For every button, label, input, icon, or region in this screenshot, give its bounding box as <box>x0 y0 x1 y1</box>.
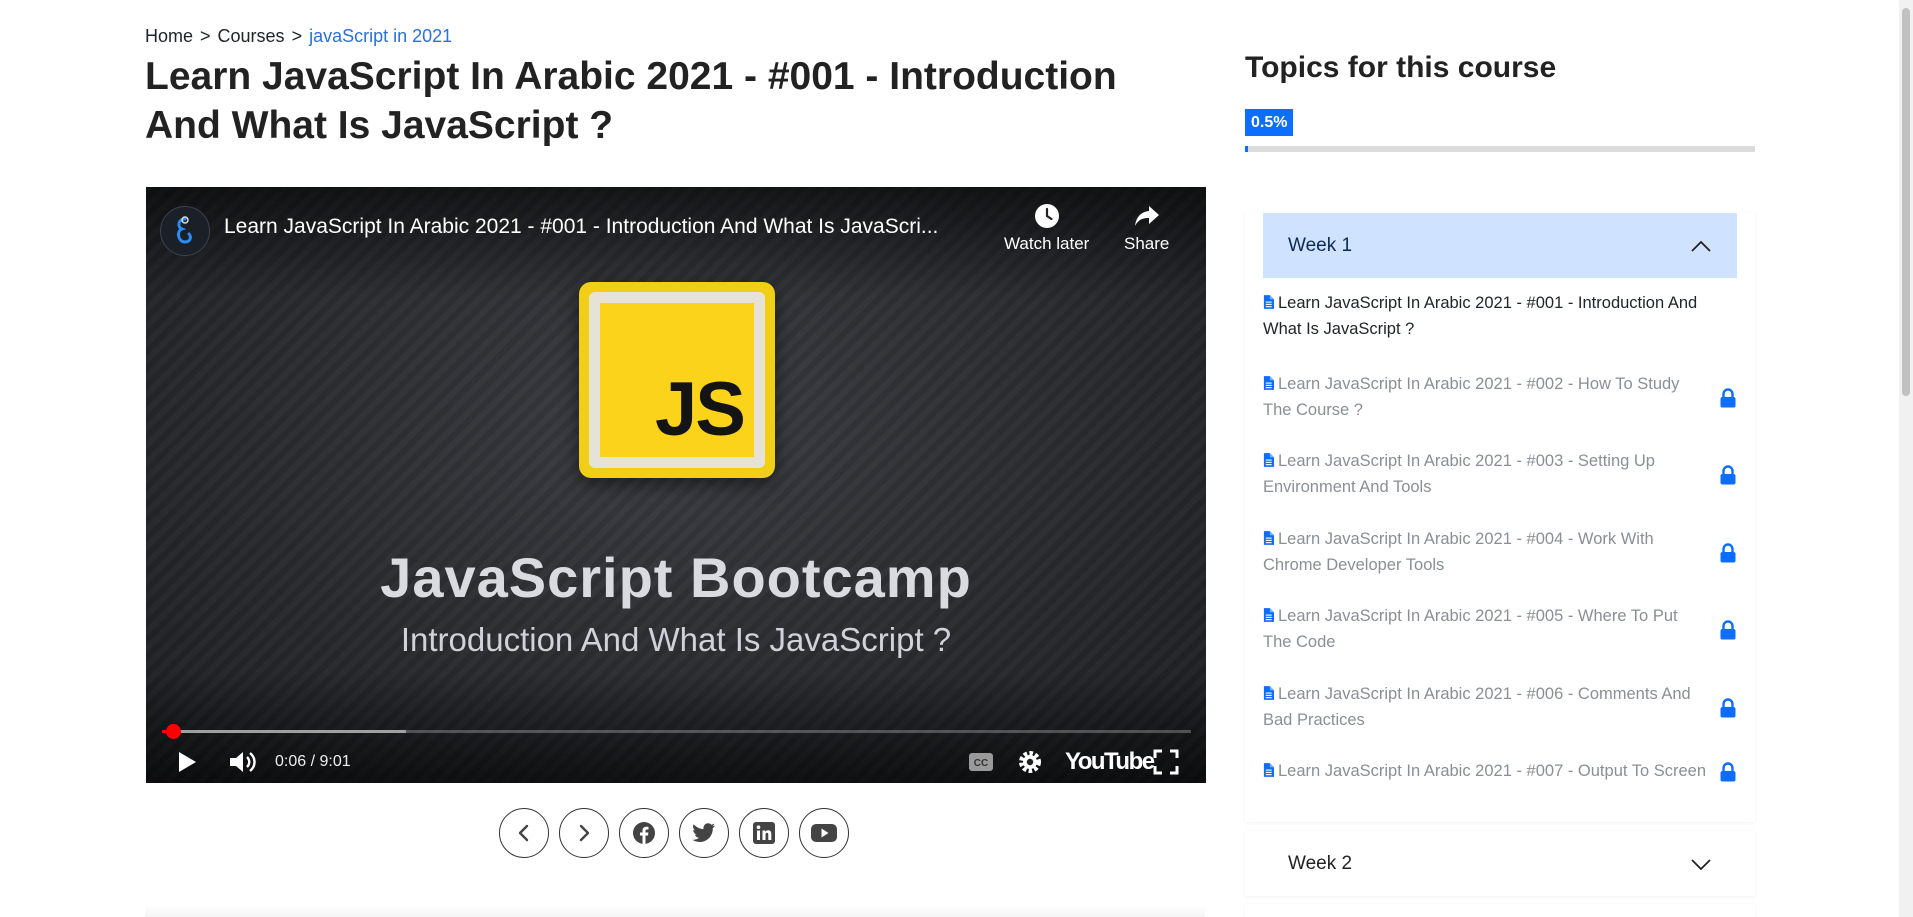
share-label: Share <box>1124 234 1170 253</box>
lesson-item[interactable]: Learn JavaScript In Arabic 2021 - #002 -… <box>1263 371 1737 423</box>
lock-icon <box>1720 698 1736 718</box>
lesson-item[interactable]: Learn JavaScript In Arabic 2021 - #001 -… <box>1263 290 1737 342</box>
document-icon <box>1263 376 1274 390</box>
channel-logo-icon <box>176 216 192 244</box>
gear-icon <box>1019 751 1041 773</box>
lesson-item[interactable]: Learn JavaScript In Arabic 2021 - #005 -… <box>1263 603 1737 655</box>
lesson-title: Learn JavaScript In Arabic 2021 - #001 -… <box>1263 294 1698 338</box>
week-3-header[interactable] <box>1245 904 1755 917</box>
lock-icon <box>1720 543 1736 563</box>
video-progress-bar[interactable] <box>162 724 1191 739</box>
week-2-header[interactable]: Week 2 <box>1245 831 1755 896</box>
linkedin-icon <box>753 822 775 844</box>
lock-icon <box>1720 620 1736 640</box>
chevron-right-icon <box>579 824 590 842</box>
document-icon <box>1263 531 1274 545</box>
lesson-item[interactable]: Learn JavaScript In Arabic 2021 - #004 -… <box>1263 526 1737 578</box>
channel-avatar[interactable] <box>160 206 210 256</box>
chevron-up-icon <box>1691 240 1711 252</box>
lesson-title: Learn JavaScript In Arabic 2021 - #006 -… <box>1263 685 1691 729</box>
document-icon <box>1263 608 1274 622</box>
watch-later-button[interactable]: Watch later <box>1004 203 1089 254</box>
clock-icon <box>1034 204 1059 228</box>
thumbnail-subtitle: Introduction And What Is JavaScript ? <box>400 621 952 658</box>
week-1-label: Week 1 <box>1288 234 1353 256</box>
youtube-logo-link[interactable]: YouTube <box>1065 745 1155 779</box>
course-progress-fill <box>1245 146 1248 152</box>
course-progress-label: 0.5% <box>1245 109 1294 136</box>
play-icon <box>179 752 196 772</box>
share-youtube-button[interactable] <box>799 808 849 858</box>
share-arrow-icon <box>1134 206 1159 226</box>
document-icon <box>1263 295 1274 309</box>
captions-button[interactable]: CC <box>968 745 994 779</box>
breadcrumb-current-link[interactable]: javaScript in 2021 <box>309 26 452 46</box>
youtube-icon <box>811 824 837 842</box>
breadcrumb-courses-link[interactable]: Courses <box>218 26 285 46</box>
settings-button[interactable] <box>1017 745 1043 779</box>
breadcrumb-separator: > <box>200 26 211 46</box>
lesson-title: Learn JavaScript In Arabic 2021 - #003 -… <box>1263 452 1655 496</box>
facebook-icon <box>633 822 655 844</box>
lock-icon <box>1720 762 1736 782</box>
video-buffered-bar <box>162 730 406 733</box>
share-linkedin-button[interactable] <box>739 808 789 858</box>
share-twitter-button[interactable] <box>679 808 729 858</box>
course-progress-bar <box>1245 146 1755 152</box>
lock-icon <box>1720 388 1736 408</box>
video-time-display: 0:06 / 9:01 <box>275 753 351 770</box>
lesson-title: Learn JavaScript In Arabic 2021 - #004 -… <box>1263 530 1654 574</box>
fullscreen-button[interactable] <box>1153 745 1179 779</box>
document-icon <box>1263 686 1274 700</box>
lesson-title: Learn JavaScript In Arabic 2021 - #002 -… <box>1263 375 1680 419</box>
breadcrumb-separator: > <box>291 26 303 46</box>
week-1-panel: Week 1 Learn JavaScript In Arabic 2021 -… <box>1245 212 1755 822</box>
play-button[interactable] <box>176 745 198 779</box>
fullscreen-icon <box>1153 749 1179 775</box>
svg-text:CC: CC <box>974 758 988 769</box>
next-lesson-button[interactable] <box>559 808 609 858</box>
share-button[interactable]: Share <box>1124 203 1169 254</box>
video-title-link[interactable]: Learn JavaScript In Arabic 2021 - #001 -… <box>224 215 1129 239</box>
document-icon <box>1263 763 1274 777</box>
week-1-header[interactable]: Week 1 <box>1263 213 1737 278</box>
volume-icon <box>230 752 256 772</box>
chevron-down-icon <box>1691 858 1711 870</box>
breadcrumb-home-link[interactable]: Home <box>145 26 193 46</box>
previous-lesson-button[interactable] <box>499 808 549 858</box>
week-2-label: Week 2 <box>1288 852 1353 874</box>
js-logo: JS <box>579 282 775 478</box>
topics-title: Topics for this course <box>1245 51 1557 84</box>
footer-divider <box>145 905 1205 917</box>
lesson-item[interactable]: Learn JavaScript In Arabic 2021 - #006 -… <box>1263 681 1737 733</box>
lock-icon <box>1720 465 1736 485</box>
chevron-left-icon <box>518 824 529 842</box>
lesson-title: Learn JavaScript In Arabic 2021 - #005 -… <box>1263 607 1678 651</box>
page-scrollbar[interactable] <box>1899 0 1913 917</box>
share-facebook-button[interactable] <box>619 808 669 858</box>
js-logo-text: JS <box>655 367 746 452</box>
video-player[interactable]: Learn JavaScript In Arabic 2021 - #001 -… <box>146 187 1206 783</box>
document-icon <box>1263 453 1274 467</box>
thumbnail-title: JavaScript Bootcamp <box>380 546 972 609</box>
page-title: Learn JavaScript In Arabic 2021 - #001 -… <box>145 55 1117 147</box>
breadcrumb: Home > Courses > javaScript in 2021 <box>145 26 452 47</box>
watch-later-label: Watch later <box>1004 234 1090 253</box>
twitter-icon <box>692 823 715 842</box>
lesson-item[interactable]: Learn JavaScript In Arabic 2021 - #007 -… <box>1263 758 1737 784</box>
lesson-title: Learn JavaScript In Arabic 2021 - #007 -… <box>1278 762 1707 780</box>
scrollbar-thumb[interactable] <box>1902 8 1910 396</box>
share-buttons-row <box>499 808 849 858</box>
volume-button[interactable] <box>228 745 258 779</box>
captions-icon: CC <box>969 753 993 771</box>
lesson-item[interactable]: Learn JavaScript In Arabic 2021 - #003 -… <box>1263 448 1737 500</box>
